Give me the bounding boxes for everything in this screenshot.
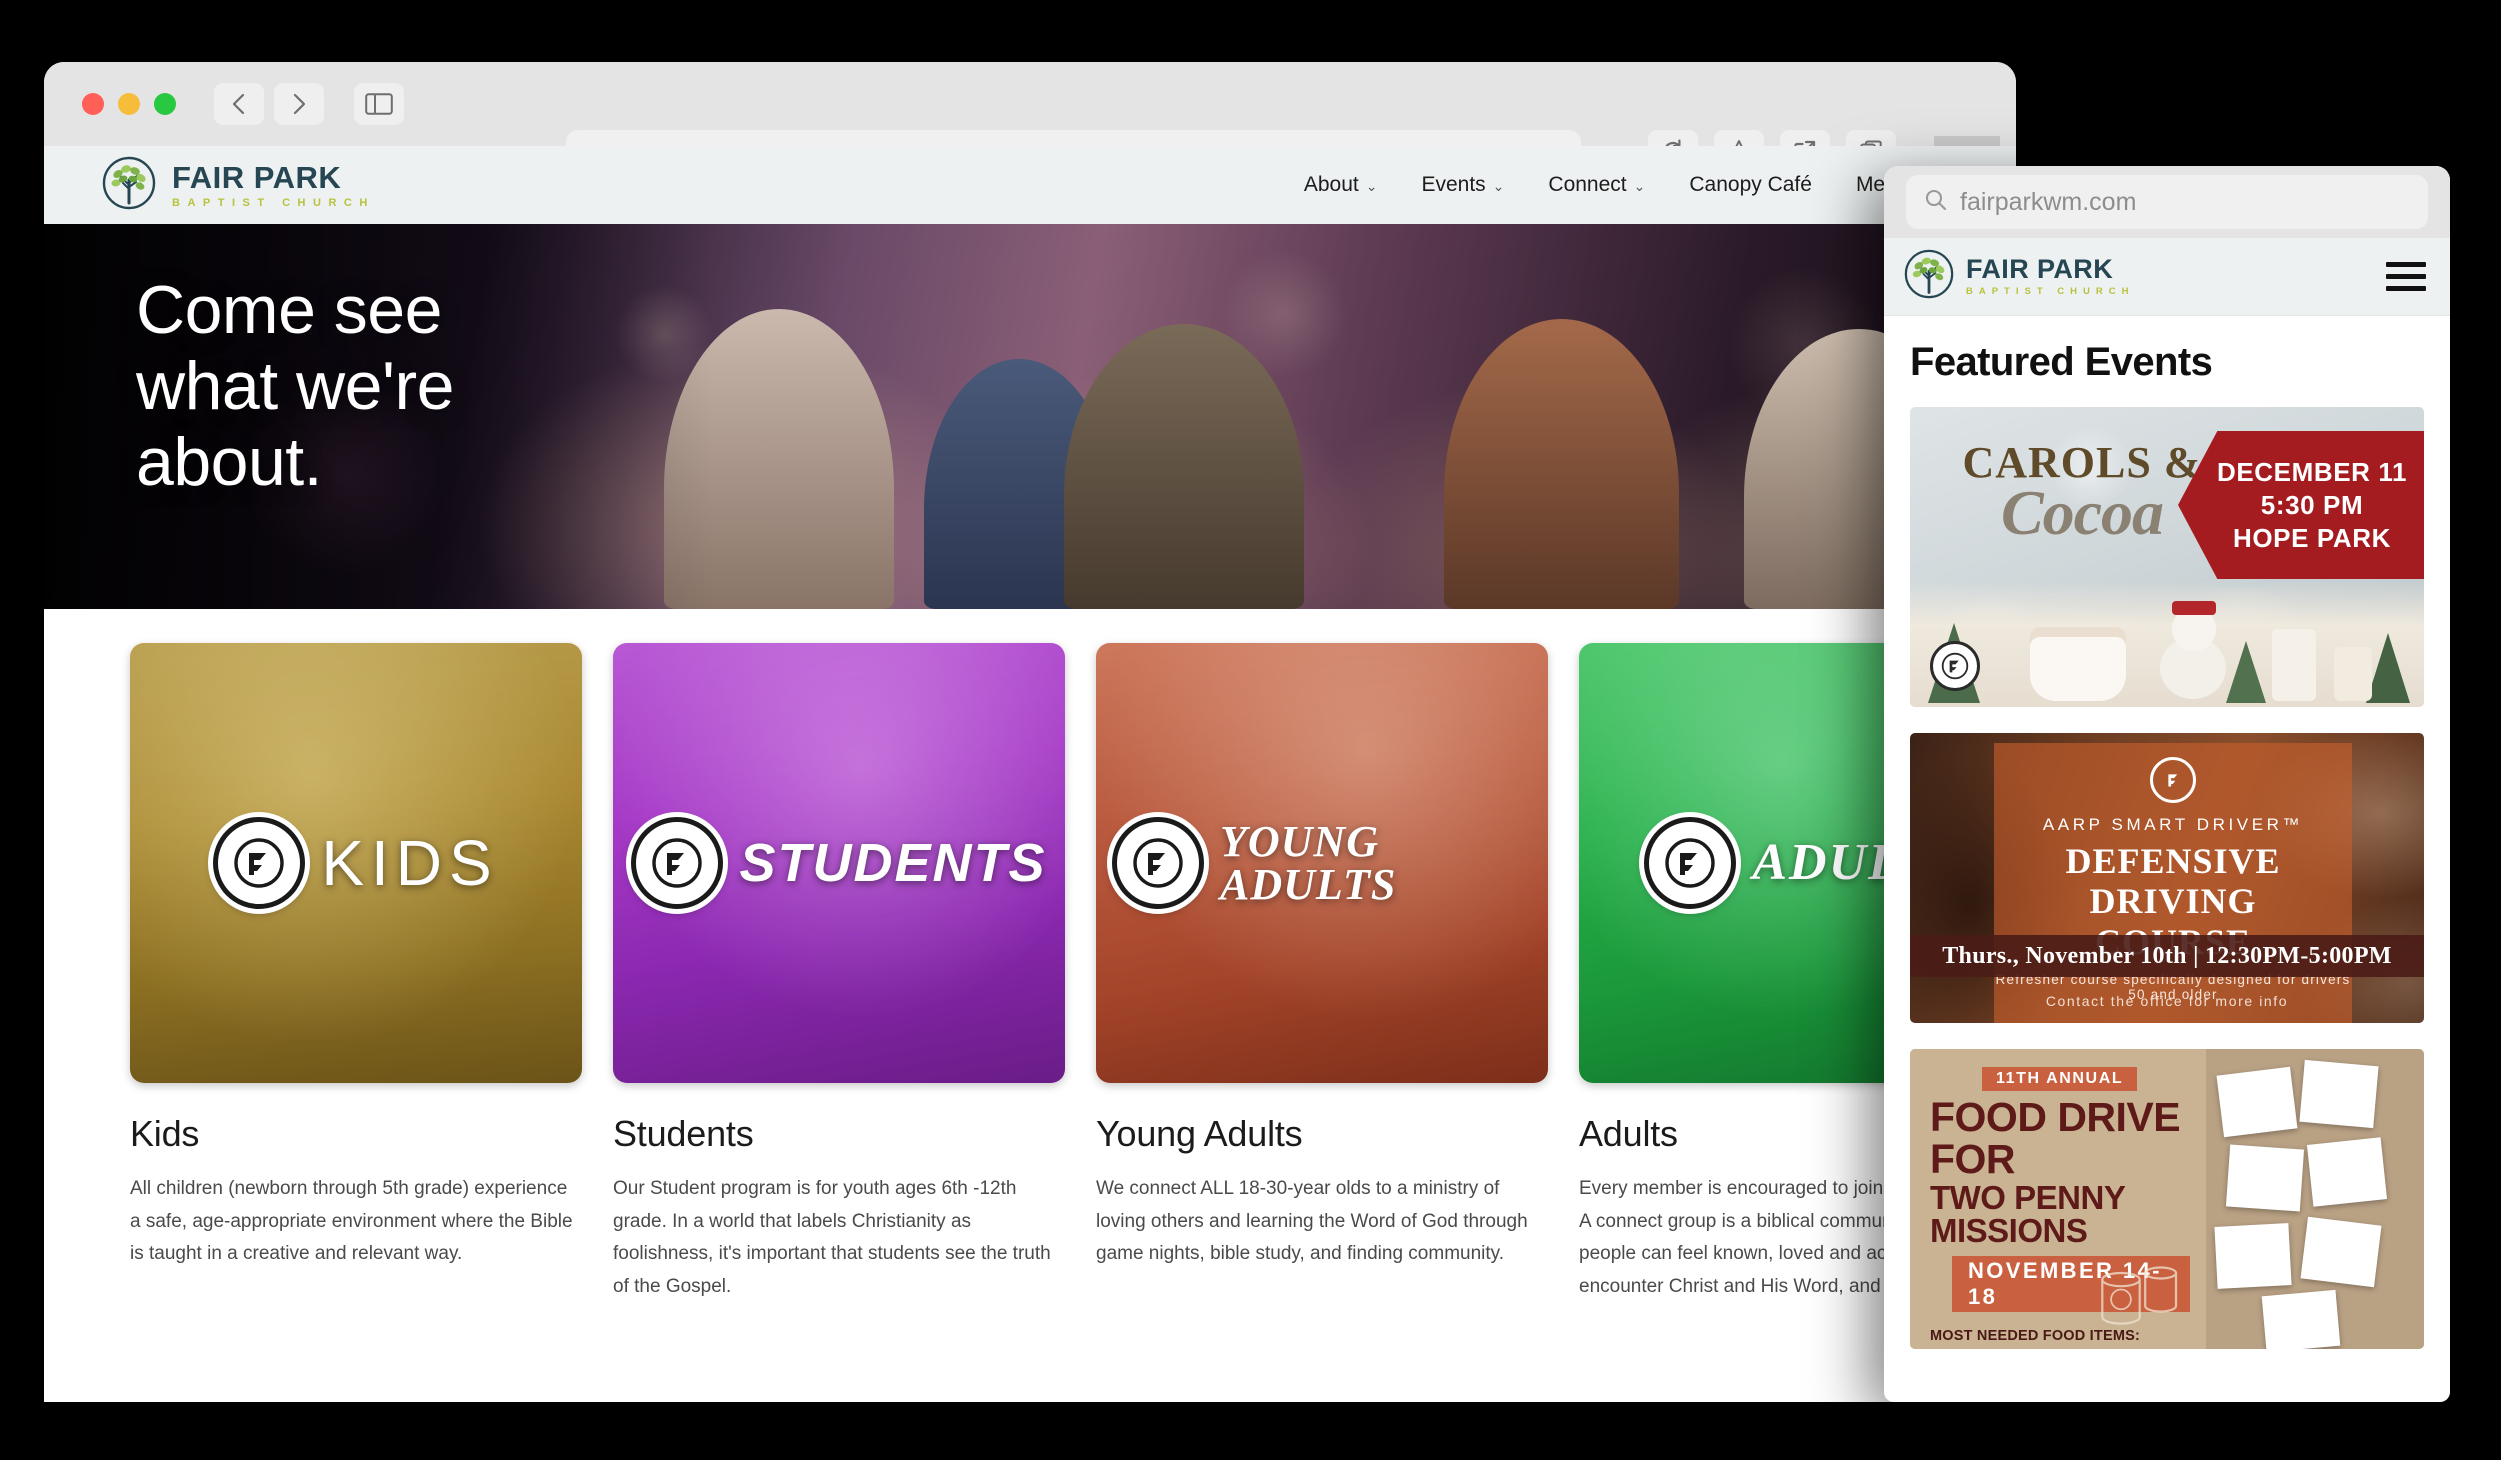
candle-icon [2334,647,2372,701]
mobile-site-header: FAIR PARK BAPTIST CHURCH [1884,238,2450,316]
featured-events-heading: Featured Events [1910,340,2213,384]
hero-banner: Come see what we're about. [44,224,2016,609]
food-drive-title-line1: FOOD DRIVE FOR [1930,1094,2181,1182]
carols-location: HOPE PARK [2232,522,2392,553]
card-image-young-adults[interactable]: YOUNG ADULTS [1096,643,1548,1083]
card-badge-young-adults: YOUNG ADULTS [1096,817,1548,909]
card-badge-students: STUDENTS [613,817,1065,909]
event-card-food-drive[interactable]: 11TH ANNUAL FOOD DRIVE FOR TWO PENNY MIS… [1910,1049,2424,1349]
chevron-down-icon: ⌄ [1492,178,1505,194]
tree-decoration-icon [2366,633,2410,703]
candle-icon [2272,629,2316,701]
fp-monogram-icon [2150,757,2196,803]
nav-label: About [1303,173,1359,196]
hero-title: Come see what we're about. [136,272,454,500]
window-traffic-lights[interactable] [82,93,176,115]
card-badge-kids: KIDS [130,817,582,909]
maximize-window-button[interactable] [154,93,176,115]
card-image-kids[interactable]: KIDS [130,643,582,1083]
card-title-kids: Kids [130,1113,200,1154]
ministry-card-kids[interactable]: KIDS Kids All children (newborn through … [130,643,582,1304]
mobile-content: Featured Events CAROLS & Cocoa DECEMBER … [1884,316,2450,1349]
hero-line-3: about. [136,424,323,501]
mobile-browser-window: fairparkwm.com FAIR PARK BAPTIST CHURCH … [1884,166,2450,1402]
hero-line-1: Come see [136,272,442,348]
card-title-students: Students [613,1113,754,1154]
forward-icon[interactable] [274,83,324,125]
card-badge-label: YOUNG ADULTS [1220,816,1397,909]
brand-subtitle: BAPTIST CHURCH [172,196,375,209]
mobile-address-bar[interactable]: fairparkwm.com [1906,175,2428,229]
card-badge-label: KIDS [321,826,499,899]
ministry-card-students[interactable]: STUDENTS Students Our Student program is… [613,643,1065,1304]
drive-overlay-panel: AARP SMART DRIVER™ DEFENSIVE DRIVING COU… [1994,743,2352,1023]
sidebar-icon[interactable] [354,83,404,125]
fp-monogram-icon [1644,817,1737,909]
food-drive-list: · Canned veggies & fruit · Soups · Canne… [1930,1347,2190,1350]
event-card-defensive-driving[interactable]: AARP SMART DRIVER™ DEFENSIVE DRIVING COU… [1910,733,2424,1023]
minimize-window-button[interactable] [118,93,140,115]
hero-line-2: what we're [136,348,454,425]
mobile-brand-wordmark: FAIR PARK BAPTIST CHURCH [1966,256,2134,297]
food-drive-photo-collage [2206,1049,2424,1349]
card-badge-label: STUDENTS [739,832,1047,893]
chevron-down-icon: ⌄ [1633,178,1646,194]
fp-monogram-icon [1112,817,1204,909]
card-body-young-adults: We connect ALL 18-30-year olds to a mini… [1096,1178,1528,1265]
nav-item-events[interactable]: Events ⌄ [1399,173,1526,197]
drive-datebar-text: Thurs., November 10th | 12:30PM-5:00PM [1942,942,2392,969]
mobile-address-text: fairparkwm.com [1960,187,2137,216]
nav-item-about[interactable]: About ⌄ [1282,173,1400,197]
cocoa-mug-icon [2030,627,2126,701]
carols-time: 5:30 PM [2260,489,2364,520]
card-body-kids: All children (newborn through 5th grade)… [130,1178,573,1265]
mobile-brand-name: FAIR PARK [1966,254,2114,285]
nav-item-connect[interactable]: Connect ⌄ [1526,173,1667,197]
mobile-toolbar: fairparkwm.com [1884,166,2450,238]
close-window-button[interactable] [82,93,104,115]
site-header: FAIR PARK BAPTIST CHURCH About ⌄ Events … [44,146,2016,224]
carols-detail-ribbon: DECEMBER 11 5:30 PM HOPE PARK [2178,431,2424,579]
fp-monogram-icon [631,817,724,909]
card-title-young-adults: Young Adults [1096,1113,1303,1154]
card-body-students: Our Student program is for youth ages 6t… [613,1178,1051,1298]
tree-logo-icon [1904,249,1954,304]
list-item: · Canned veggies & fruit [1930,1347,2190,1350]
food-drive-annual-badge: 11TH ANNUAL [1982,1067,2138,1091]
mobile-site-logo[interactable]: FAIR PARK BAPTIST CHURCH [1904,249,2134,304]
drive-footer: Contact the office for more info [2045,993,2289,1009]
brand-wordmark: FAIR PARK BAPTIST CHURCH [172,162,375,209]
ministry-card-young-adults[interactable]: YOUNG ADULTS Young Adults We connect ALL… [1096,643,1548,1304]
browser-titlebar: fairparkwm.com [44,62,2016,192]
carols-date: DECEMBER 11 [2216,456,2408,487]
chevron-down-icon: ⌄ [1365,178,1378,194]
nav-label: Events [1421,173,1486,196]
event-card-carols-and-cocoa[interactable]: CAROLS & Cocoa DECEMBER 11 5:30 PM HOPE … [1910,407,2424,707]
food-drive-poster: 11TH ANNUAL FOOD DRIVE FOR TWO PENNY MIS… [1910,1049,2206,1349]
tree-logo-icon [102,156,156,215]
browser-window: fairparkwm.com [44,62,2016,1402]
site-logo[interactable]: FAIR PARK BAPTIST CHURCH [102,156,375,215]
brand-name: FAIR PARK [172,159,342,195]
mobile-brand-subtitle: BAPTIST CHURCH [1966,286,2135,298]
nav-label: Connect [1548,173,1627,196]
nav-item-canopy-cafe[interactable]: Canopy Café [1667,173,1834,197]
drive-kicker: AARP SMART DRIVER™ [2042,815,2304,834]
snowman-icon [2150,601,2236,699]
back-icon[interactable] [214,83,264,125]
drive-datebar: Thurs., November 10th | 12:30PM-5:00PM [1910,935,2424,977]
search-icon [1924,188,1948,217]
drive-title-line1: DEFENSIVE DRIVING [2065,841,2281,922]
browser-nav-buttons [214,83,404,125]
hamburger-icon[interactable] [2386,262,2426,291]
ministry-cards: KIDS Kids All children (newborn through … [44,609,2016,1304]
canned-food-icon [2101,1266,2178,1325]
card-image-students[interactable]: STUDENTS [613,643,1065,1083]
screenshot-stage: fairparkwm.com [0,0,2501,1460]
fp-monogram-icon [213,817,306,909]
fp-monogram-icon [1930,641,1980,691]
